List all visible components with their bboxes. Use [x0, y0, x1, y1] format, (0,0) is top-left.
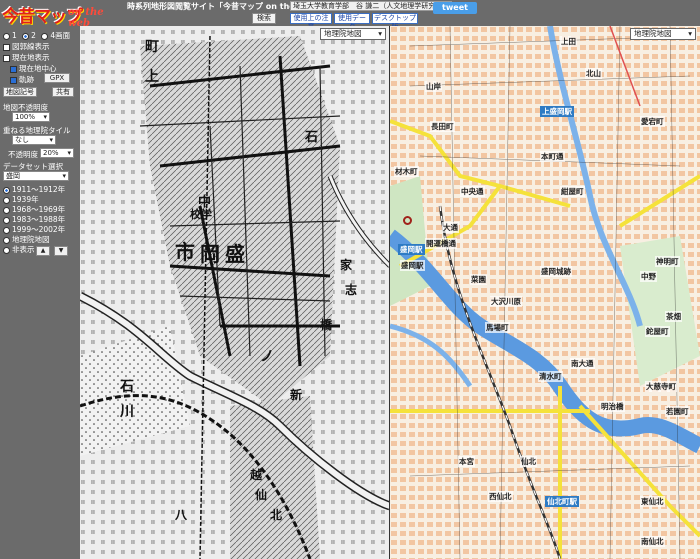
place-label: 菜園 — [470, 274, 487, 285]
overlay-tile-select[interactable]: なし — [12, 135, 56, 145]
period-radio-1983[interactable] — [3, 216, 10, 224]
period-radio-1968[interactable] — [3, 206, 10, 214]
place-label: 鉈屋町 — [645, 326, 670, 337]
period-radio-hidden[interactable] — [3, 246, 10, 254]
old-map-label: 中 — [198, 195, 212, 210]
overlay-opacity-select[interactable]: 20% — [40, 148, 74, 158]
place-label: 本町通 — [540, 151, 565, 162]
place-label: 中野 — [640, 271, 657, 282]
place-label: 盛岡城跡 — [540, 266, 572, 277]
affiliation-link[interactable]: 埼玉大学教育学部 谷 謙二（人文地理学研究室） — [290, 1, 453, 11]
old-map-label: ノ — [260, 349, 274, 365]
place-label: 西仙北 — [488, 491, 513, 502]
current-location-label: 現在地表示 — [12, 53, 50, 62]
place-label: 長田町 — [430, 121, 455, 132]
place-label: 開運橋通 — [425, 238, 457, 249]
old-map-label: 市 — [175, 240, 195, 264]
left-map-source-select[interactable]: 地理院地図 — [320, 28, 386, 40]
period-radio-gsi[interactable] — [3, 236, 10, 244]
current-location-checkbox[interactable] — [3, 54, 10, 62]
location-marker-icon[interactable] — [403, 216, 412, 225]
site-logo[interactable]: 今昔マップ on the web — [2, 2, 120, 29]
old-map-label: 川 — [120, 404, 134, 420]
place-label: 上田 — [560, 36, 577, 47]
overlay-opacity-label: 不透明度 — [8, 150, 38, 159]
old-map-label: 志 — [345, 283, 358, 297]
usage-notes-link[interactable]: 使用上の注意 — [290, 13, 332, 31]
place-label: 大沢川原 — [490, 296, 522, 307]
place-label: 南仙北 — [640, 536, 665, 547]
place-label: 大通 — [442, 222, 459, 233]
modern-map-view[interactable]: 地理院地図 上盛岡駅 盛岡駅 仙北町駅 盛岡駅 大通 盛岡城跡 中央通 本町通 … — [390, 26, 700, 559]
old-map-label: 石 — [305, 130, 319, 145]
place-label: 茶畑 — [665, 311, 682, 322]
map-symbols-button[interactable]: 地図記号 — [3, 87, 37, 97]
old-map-label: 新 — [290, 388, 303, 402]
place-label: 中央通 — [460, 186, 485, 197]
control-panel: 1 2 4画面 図郭線表示 現在地表示 現在地中心 軌跡 GPX 地図記号 共有… — [0, 26, 80, 559]
old-map-view[interactable]: ıı — [80, 26, 390, 559]
grid-label: 図郭線表示 — [12, 42, 50, 51]
current-center-label: 現在地中心 — [19, 64, 57, 73]
station-label: 仙北町駅 — [545, 496, 579, 507]
place-label: 材木町 — [394, 166, 419, 177]
screen-count-radios: 1 2 4画面 — [3, 30, 70, 41]
share-button[interactable]: 共有 — [52, 87, 74, 97]
tweet-button[interactable]: tweet — [433, 2, 477, 14]
down-arrow-button[interactable]: ▼ — [54, 246, 68, 256]
top-bar: 今昔マップ on the web 時系列地形図閲覧サイト「今昔マップ on th… — [0, 0, 700, 31]
old-map-label: 盛 — [225, 242, 245, 266]
old-map-label: 北 — [270, 508, 283, 522]
old-map-label: 越 — [250, 468, 263, 482]
right-map-source-select[interactable]: 地理院地図 — [630, 28, 696, 40]
old-map-label: 橋 — [320, 318, 333, 332]
search-button[interactable]: 検索 — [252, 13, 276, 24]
period-radio-1939[interactable] — [3, 196, 10, 204]
current-center-checkbox[interactable] — [10, 65, 17, 73]
place-label: 清水町 — [538, 371, 563, 382]
old-map-label: 上 — [145, 69, 159, 85]
period-radio-1999[interactable] — [3, 226, 10, 234]
place-label: 北山 — [585, 68, 602, 79]
screen-1-radio[interactable] — [3, 32, 10, 40]
data-used-link[interactable]: 使用データ — [334, 13, 370, 31]
old-map-label: 岡 — [200, 242, 220, 266]
place-label: 東仙北 — [640, 496, 665, 507]
screen-4-radio[interactable] — [41, 32, 49, 40]
place-label: 仙北 — [520, 456, 537, 467]
place-label: 神明町 — [655, 256, 680, 267]
place-label: 盛岡駅 — [400, 260, 425, 271]
place-label: 南大通 — [570, 358, 595, 369]
period-radio-1911[interactable] — [3, 186, 10, 194]
old-map-label: 八 — [175, 508, 188, 522]
place-label: 紺屋町 — [560, 186, 585, 197]
grid-checkbox[interactable] — [3, 43, 10, 51]
place-label: 本宮 — [458, 456, 475, 467]
dataset-select[interactable]: 盛岡 — [3, 171, 69, 181]
place-label: 若園町 — [665, 406, 690, 417]
opacity-select[interactable]: 100% — [12, 112, 50, 122]
old-map-label: 仙 — [255, 488, 268, 502]
old-map-label: 家 — [340, 258, 353, 272]
old-map-label: 町 — [145, 39, 159, 55]
old-map-canvas: ıı — [80, 26, 390, 559]
track-checkbox[interactable] — [10, 76, 17, 84]
screen-2-radio[interactable] — [22, 32, 30, 40]
place-label: 馬場町 — [485, 322, 510, 333]
station-label: 盛岡駅 — [398, 244, 425, 255]
place-label: 明治橋 — [600, 401, 625, 412]
gpx-button[interactable]: GPX — [44, 73, 70, 83]
track-label: 軌跡 — [19, 75, 34, 84]
station-label: 上盛岡駅 — [540, 106, 574, 117]
place-label: 山岸 — [425, 81, 442, 92]
up-arrow-button[interactable]: ▲ — [36, 246, 50, 256]
place-label: 愛宕町 — [640, 116, 665, 127]
desktop-version-link[interactable]: デスクトップ版 — [372, 13, 418, 31]
place-label: 大慈寺町 — [645, 381, 677, 392]
old-map-label: 石 — [120, 379, 134, 395]
